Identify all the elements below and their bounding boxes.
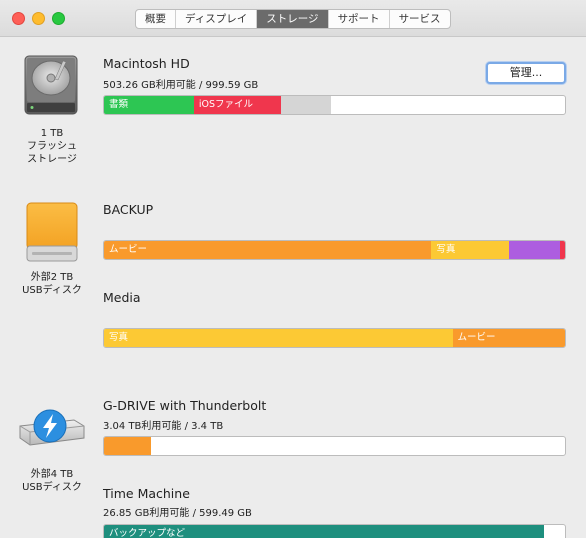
volume-info-time-machine: 26.85 GB利用可能 / 599.49 GB: [103, 508, 252, 519]
device-label-external-usb-2tb: 外部2 TB USBディスク: [22, 272, 82, 296]
storage-segment[interactable]: iOSファイル: [193, 96, 282, 114]
storage-pane: 1 TB フラッシュ ストレージ 外部2 TB USBディスク 外部4 TB U…: [0, 38, 586, 538]
storage-segment[interactable]: ムービー: [104, 241, 432, 259]
volume-name-media: Media: [103, 290, 141, 305]
storage-segment[interactable]: [508, 241, 560, 259]
volume-name-backup: BACKUP: [103, 202, 154, 217]
volume-info-macintosh-hd: 503.26 GB利用可能 / 999.59 GB: [103, 80, 259, 91]
device-label-internal: 1 TB フラッシュ ストレージ: [27, 128, 77, 165]
volume-info-g-drive: 3.04 TB利用可能 / 3.4 TB: [103, 421, 224, 432]
close-window-button[interactable]: [12, 12, 25, 25]
volume-name-g-drive: G-DRIVE with Thunderbolt: [103, 398, 267, 413]
storage-segment[interactable]: 写真: [431, 241, 509, 259]
storage-segment[interactable]: [560, 241, 565, 259]
tab-overview[interactable]: 概要: [136, 10, 176, 28]
storage-segment[interactable]: 写真: [104, 329, 453, 347]
storage-segment[interactable]: 書類: [104, 96, 194, 114]
storage-bar-backup[interactable]: ムービー 写真: [103, 240, 566, 260]
internal-drive-icon: [24, 55, 78, 115]
storage-segment[interactable]: ムービー: [452, 329, 565, 347]
volume-name-macintosh-hd: Macintosh HD: [103, 56, 190, 71]
storage-segment[interactable]: [104, 437, 152, 455]
storage-bar-g-drive[interactable]: [103, 436, 566, 456]
storage-segment[interactable]: バックアップなど: [104, 525, 545, 538]
thunderbolt-drive-icon: [19, 409, 85, 446]
external-drive-icon: [26, 202, 78, 262]
device-label-external-usb-4tb: 外部4 TB USBディスク: [22, 469, 82, 493]
tab-service[interactable]: サービス: [390, 10, 450, 28]
tab-support[interactable]: サポート: [329, 10, 390, 28]
minimize-window-button[interactable]: [32, 12, 45, 25]
tab-storage[interactable]: ストレージ: [257, 10, 329, 28]
manage-button[interactable]: 管理...: [486, 62, 566, 84]
window-titlebar: 概要 ディスプレイ ストレージ サポート サービス: [0, 0, 586, 37]
tab-displays[interactable]: ディスプレイ: [176, 10, 258, 28]
storage-bar-media[interactable]: 写真 ムービー: [103, 328, 566, 348]
volume-name-time-machine: Time Machine: [103, 486, 190, 501]
zoom-window-button[interactable]: [52, 12, 65, 25]
storage-bar-time-machine[interactable]: バックアップなど: [103, 524, 566, 538]
storage-bar-macintosh-hd[interactable]: 書類 iOSファイル: [103, 95, 566, 115]
storage-segment[interactable]: [281, 96, 332, 114]
tab-bar: 概要 ディスプレイ ストレージ サポート サービス: [135, 9, 451, 29]
